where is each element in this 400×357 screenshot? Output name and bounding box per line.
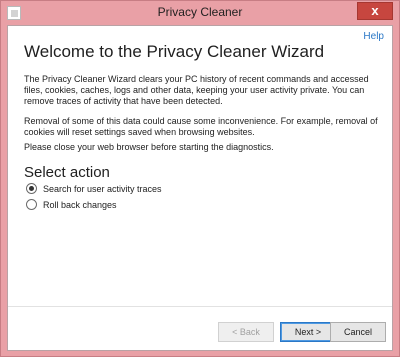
- description-paragraph-2: Removal of some of this data could cause…: [24, 116, 378, 137]
- radio-option-rollback[interactable]: Roll back changes: [26, 198, 117, 211]
- title-bar[interactable]: Privacy Cleaner x: [1, 1, 399, 25]
- description-paragraph-3: Please close your web browser before sta…: [24, 142, 274, 152]
- select-action-heading: Select action: [24, 164, 110, 181]
- radio-button-rollback[interactable]: [26, 199, 37, 210]
- window-title: Privacy Cleaner: [157, 5, 243, 19]
- help-link[interactable]: Help: [363, 31, 384, 42]
- description-paragraph-1: The Privacy Cleaner Wizard clears your P…: [24, 74, 369, 106]
- close-button[interactable]: x: [357, 2, 393, 20]
- cancel-button[interactable]: Cancel: [330, 322, 386, 342]
- radio-button-search[interactable]: [26, 183, 37, 194]
- footer-separator: [8, 306, 392, 307]
- wizard-content: Help Welcome to the Privacy Cleaner Wiza…: [7, 25, 393, 351]
- radio-label-search: Search for user activity traces: [43, 183, 162, 194]
- radio-label-rollback: Roll back changes: [43, 199, 117, 210]
- page-title: Welcome to the Privacy Cleaner Wizard: [24, 42, 325, 61]
- wizard-window: Privacy Cleaner x Help Welcome to the Pr…: [0, 0, 400, 357]
- back-button[interactable]: < Back: [218, 322, 274, 342]
- radio-option-search[interactable]: Search for user activity traces: [26, 182, 162, 195]
- next-button[interactable]: Next >: [280, 322, 336, 342]
